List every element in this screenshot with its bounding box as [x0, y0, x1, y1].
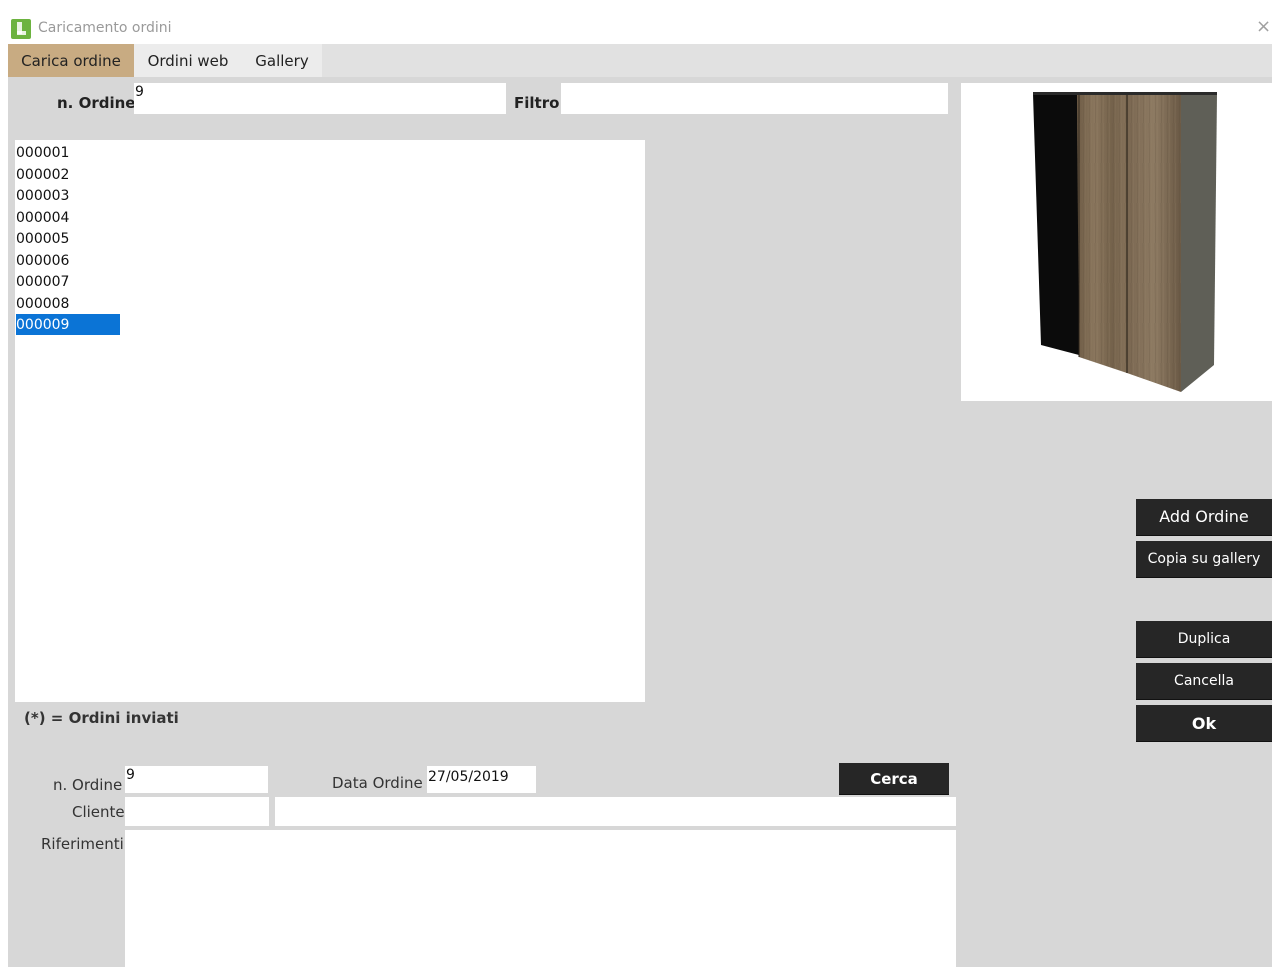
add-order-button[interactable]: Add Ordine: [1136, 499, 1272, 535]
tab-carica-ordine[interactable]: Carica ordine: [8, 44, 134, 77]
list-item[interactable]: 000004: [16, 207, 120, 228]
references-textarea[interactable]: [125, 830, 956, 967]
client-name-input[interactable]: [275, 797, 956, 826]
list-item-selected[interactable]: 000009: [16, 314, 120, 335]
duplicate-button[interactable]: Duplica: [1136, 621, 1272, 657]
title-bar: Caricamento ordini ×: [0, 0, 1272, 44]
client-label: Cliente: [72, 803, 125, 821]
product-preview: [961, 83, 1272, 401]
list-item[interactable]: 000005: [16, 228, 120, 249]
client-code-input[interactable]: [125, 797, 269, 826]
app-icon: [11, 19, 31, 39]
search-button[interactable]: Cerca: [839, 763, 949, 794]
list-item[interactable]: 000002: [16, 164, 120, 185]
list-item[interactable]: 000003: [16, 185, 120, 206]
sent-orders-legend: (*) = Ordini inviati: [24, 709, 179, 727]
copy-to-gallery-button[interactable]: Copia su gallery: [1136, 541, 1272, 577]
delete-button[interactable]: Cancella: [1136, 663, 1272, 699]
order-date-label: Data Ordine: [332, 774, 423, 792]
order-number-input[interactable]: 9: [134, 83, 506, 114]
list-item[interactable]: 000008: [16, 293, 120, 314]
tab-ordini-web[interactable]: Ordini web: [134, 44, 242, 77]
order-date-input[interactable]: 27/05/2019: [427, 766, 536, 793]
list-item[interactable]: 000007: [16, 271, 120, 292]
tab-bar: Carica ordine Ordini web Gallery: [8, 44, 1272, 77]
detail-order-number-value: 9: [126, 767, 135, 783]
tab-gallery[interactable]: Gallery: [242, 44, 322, 77]
order-date-value: 27/05/2019: [428, 769, 509, 785]
window-title: Caricamento ordini: [38, 20, 172, 36]
order-number-label: n. Ordine: [57, 94, 136, 112]
list-item[interactable]: 000006: [16, 250, 120, 271]
close-icon[interactable]: ×: [1256, 16, 1271, 38]
wardrobe-image: [1033, 92, 1217, 392]
ok-button[interactable]: Ok: [1136, 705, 1272, 741]
filter-input[interactable]: [561, 83, 948, 114]
list-item[interactable]: 000001: [16, 142, 120, 163]
order-list[interactable]: 000001 000002 000003 000004 000005 00000…: [15, 140, 645, 702]
detail-order-number-input[interactable]: 9: [125, 766, 268, 793]
references-label: Riferimenti: [41, 835, 124, 853]
order-number-value: 9: [135, 84, 144, 100]
detail-order-number-label: n. Ordine: [53, 776, 123, 794]
filter-label: Filtro: [514, 94, 560, 112]
